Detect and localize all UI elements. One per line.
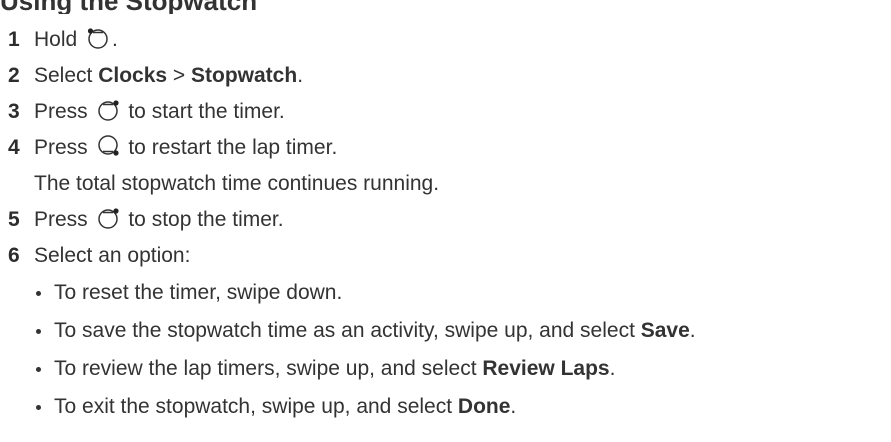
step-text-part: Press <box>34 208 94 231</box>
list-item: To reset the timer, swipe down. <box>8 274 888 312</box>
step-text-part: Hold <box>34 28 84 51</box>
step-text: Select Clocks > Stopwatch. <box>34 58 303 94</box>
option-text-part: . <box>689 319 696 342</box>
menu-item-clocks: Clocks <box>98 64 168 87</box>
step-text-part: Press <box>34 136 94 159</box>
step-3: 3 Press to start the timer. <box>8 94 888 130</box>
step-text-part: > <box>167 64 192 87</box>
step-text-part: Select <box>34 64 99 87</box>
step-4: 4 Press to restart the lap timer. <box>8 130 888 166</box>
menu-item-review-laps: Review Laps <box>482 357 610 380</box>
section-heading-fragment: Using the Stopwatch <box>0 0 257 14</box>
option-text-part: . <box>510 395 517 418</box>
step-text-part: . <box>112 28 118 51</box>
bullet-icon <box>36 328 41 334</box>
step-text-part: to start the timer. <box>122 100 285 123</box>
top-left-button-icon <box>87 26 109 50</box>
option-text-part: To review the lap timers, swipe up, and … <box>54 357 483 380</box>
step-text-part: Press <box>34 100 94 123</box>
bullet-icon <box>36 290 41 296</box>
option-text: To reset the timer, swipe down. <box>54 281 343 304</box>
option-text-part: To save the stopwatch time as an activit… <box>54 319 641 342</box>
step-text-part: to stop the timer. <box>122 208 284 231</box>
step-text: Press to start the timer. <box>34 94 285 130</box>
option-list: To reset the timer, swipe down. To save … <box>8 274 888 426</box>
list-item: To exit the stopwatch, swipe up, and sel… <box>8 388 888 426</box>
step-4-note: The total stopwatch time continues runni… <box>34 172 440 195</box>
step-number: 5 <box>8 208 20 231</box>
step-5: 5 Press to stop the timer. <box>8 202 888 238</box>
step-1: 1 Hold . <box>8 22 888 58</box>
instruction-steps: 1 Hold . 2 Select Clocks > Stopwatch. 3 … <box>8 22 888 426</box>
bullet-icon <box>36 366 41 372</box>
step-text: Press to restart the lap timer. <box>34 130 337 166</box>
top-right-button-icon <box>97 206 120 230</box>
option-text-part: . <box>609 357 616 380</box>
option-text: To exit the stopwatch, swipe up, and sel… <box>54 388 516 426</box>
menu-item-save: Save <box>640 319 690 342</box>
option-text: To save the stopwatch time as an activit… <box>54 312 696 350</box>
option-text-part: To exit the stopwatch, swipe up, and sel… <box>54 395 458 418</box>
section-heading-text: Using the Stopwatch <box>0 0 257 14</box>
list-item: To save the stopwatch time as an activit… <box>8 312 888 350</box>
menu-item-done: Done <box>457 395 511 418</box>
top-right-button-icon <box>97 98 120 122</box>
bullet-icon <box>36 404 41 410</box>
step-number: 6 <box>8 244 20 267</box>
bottom-right-button-icon <box>97 134 120 158</box>
list-item: To review the lap timers, swipe up, and … <box>8 350 888 388</box>
menu-item-stopwatch: Stopwatch <box>191 64 298 87</box>
step-text-part: to restart the lap timer. <box>122 136 338 159</box>
step-text: Press to stop the timer. <box>34 202 284 238</box>
option-text: To review the lap timers, swipe up, and … <box>54 350 615 388</box>
step-text-part: . <box>297 64 304 87</box>
step-number: 1 <box>8 28 20 51</box>
step-number: 3 <box>8 100 20 123</box>
step-text: Hold . <box>34 22 118 58</box>
step-6: 6 Select an option: <box>8 238 888 274</box>
step-number: 4 <box>8 136 20 159</box>
step-2: 2 Select Clocks > Stopwatch. <box>8 58 888 94</box>
step-text: Select an option: <box>34 244 191 267</box>
step-number: 2 <box>8 64 20 87</box>
